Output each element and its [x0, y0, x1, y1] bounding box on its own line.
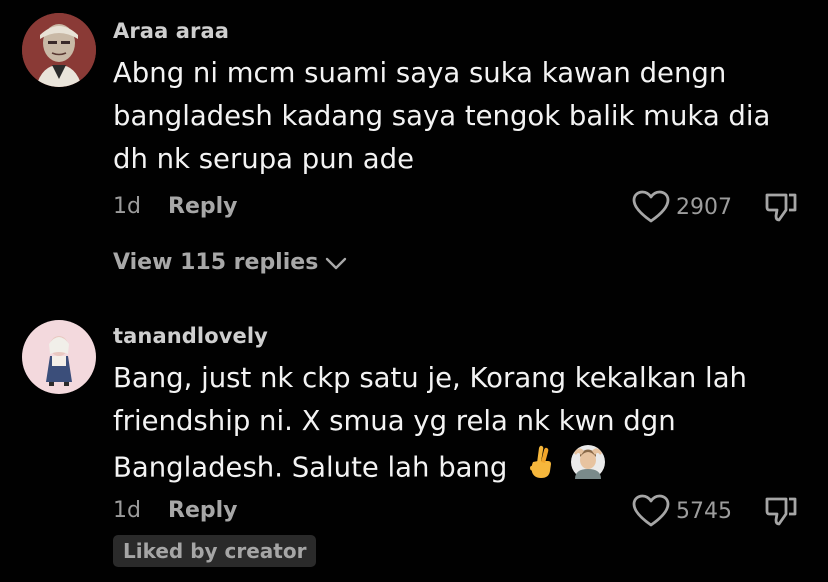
- crossed-fingers-emoji: [526, 444, 556, 493]
- like-button[interactable]: 2907: [632, 190, 732, 224]
- avatar[interactable]: [22, 320, 96, 394]
- comment-timestamp: 1d: [113, 498, 141, 523]
- comment-text-line-with-emoji: Bangladesh. Salute lah bang: [113, 443, 803, 486]
- comment-text-line: dh nk serupa pun ade: [113, 143, 415, 175]
- comment-text-line: Bangladesh. Salute lah bang: [113, 451, 508, 484]
- comment-text: Abng ni mcm suami saya suka kawan dengn …: [113, 52, 803, 181]
- view-replies-label: View 115 replies: [113, 250, 319, 275]
- avatar-image: [22, 13, 96, 87]
- person-gesturing-ok-emoji: [569, 443, 607, 494]
- heart-icon: [632, 494, 670, 527]
- view-replies-button[interactable]: View 115 replies: [113, 250, 348, 275]
- reply-button[interactable]: Reply: [168, 498, 238, 523]
- person-gesturing-ok-icon: [570, 445, 605, 479]
- comment-timestamp: 1d: [113, 194, 141, 219]
- dislike-button[interactable]: [764, 190, 798, 228]
- dislike-button[interactable]: [764, 494, 798, 532]
- thumbs-down-icon: [765, 497, 797, 526]
- crossed-fingers-icon: [530, 445, 552, 478]
- like-button[interactable]: 5745: [632, 494, 732, 528]
- liked-by-creator-badge: Liked by creator: [113, 535, 317, 567]
- thumbs-down-icon: [765, 193, 797, 222]
- like-count: 2907: [676, 194, 732, 220]
- comment-text-line: Bang, just nk ckp satu je, Korang kekalk…: [113, 362, 747, 394]
- comment-text-line: Abng ni mcm suami saya suka kawan dengn: [113, 57, 727, 89]
- comment-text: Bang, just nk ckp satu je, Korang kekalk…: [113, 357, 803, 486]
- avatar[interactable]: [22, 13, 96, 87]
- avatar-image: [22, 320, 96, 394]
- comment-text-line: bangladesh kadang saya tengok balik muka…: [113, 100, 771, 132]
- comment-text-line: friendship ni. X smua yg rela nk kwn dgn: [113, 405, 676, 437]
- comment-username[interactable]: Araa araa: [113, 19, 229, 43]
- badge-label: Liked by creator: [123, 539, 307, 563]
- chevron-down-icon: [326, 257, 347, 269]
- like-count: 5745: [676, 498, 732, 524]
- heart-icon: [632, 190, 670, 223]
- reply-button[interactable]: Reply: [168, 194, 238, 219]
- comment-username[interactable]: tanandlovely: [113, 324, 268, 348]
